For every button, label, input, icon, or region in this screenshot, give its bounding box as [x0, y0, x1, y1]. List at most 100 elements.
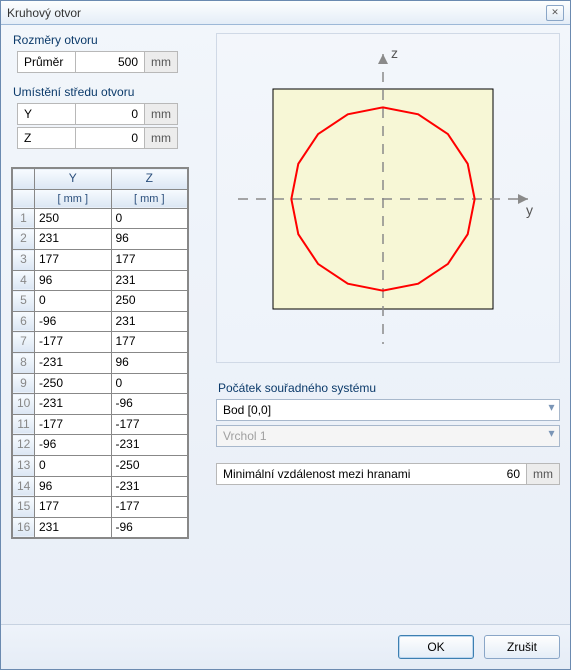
close-icon[interactable]: ✕	[546, 5, 564, 21]
cell-y[interactable]: -96	[35, 435, 112, 456]
min-distance-unit: mm	[526, 464, 559, 484]
chevron-down-icon: ▾	[543, 400, 559, 420]
cell-z[interactable]: -231	[111, 476, 188, 497]
row-number: 1	[13, 208, 35, 229]
preview-svg: zy	[233, 44, 543, 344]
cell-z[interactable]: 231	[111, 270, 188, 291]
vertex-dropdown: Vrchol 1 ▾	[216, 425, 560, 447]
cell-y[interactable]: -96	[35, 311, 112, 332]
table-row[interactable]: 15177-177	[13, 497, 188, 518]
cell-y[interactable]: 250	[35, 208, 112, 229]
cell-y[interactable]: -250	[35, 373, 112, 394]
row-number: 16	[13, 517, 35, 538]
center-z-label: Z	[17, 127, 75, 149]
center-y-input[interactable]	[75, 103, 145, 125]
table-row[interactable]: 10-231-96	[13, 394, 188, 415]
row-number: 9	[13, 373, 35, 394]
table-row[interactable]: 16231-96	[13, 517, 188, 538]
cell-z[interactable]: -250	[111, 456, 188, 477]
table-row[interactable]: 130-250	[13, 456, 188, 477]
svg-text:z: z	[391, 45, 398, 61]
diameter-label: Průměr	[17, 51, 75, 73]
client-area: Rozměry otvoru Průměr mm Umístění středu…	[1, 25, 570, 624]
chevron-down-icon: ▾	[543, 426, 559, 446]
cell-y[interactable]: 177	[35, 250, 112, 271]
row-number: 2	[13, 229, 35, 250]
origin-value: Bod [0,0]	[217, 400, 543, 420]
cell-z[interactable]: -177	[111, 414, 188, 435]
center-heading: Umístění středu otvoru	[13, 85, 206, 99]
cell-y[interactable]: 231	[35, 517, 112, 538]
table-corner	[13, 169, 35, 190]
table-row[interactable]: 223196	[13, 229, 188, 250]
table-row[interactable]: 8-23196	[13, 353, 188, 374]
row-number: 5	[13, 291, 35, 312]
table-row[interactable]: 3177177	[13, 250, 188, 271]
col-header-z: Z	[111, 169, 188, 190]
left-column: Rozměry otvoru Průměr mm Umístění středu…	[11, 33, 206, 539]
cell-z[interactable]: 0	[111, 208, 188, 229]
cancel-button[interactable]: Zrušit	[484, 635, 560, 659]
min-distance-input[interactable]	[466, 464, 526, 484]
cell-y[interactable]: -177	[35, 332, 112, 353]
cell-y[interactable]: 96	[35, 270, 112, 291]
cell-y[interactable]: 96	[35, 476, 112, 497]
cell-y[interactable]: -231	[35, 353, 112, 374]
diameter-unit: mm	[145, 51, 178, 73]
diameter-row: Průměr mm	[17, 51, 206, 73]
table-row[interactable]: 7-177177	[13, 332, 188, 353]
cell-y[interactable]: 0	[35, 291, 112, 312]
min-distance-row: Minimální vzdálenost mezi hranami mm	[216, 463, 560, 485]
coordinates-table: Y Z [ mm ] [ mm ] 1250022319631771774962…	[11, 167, 189, 539]
cell-z[interactable]: -177	[111, 497, 188, 518]
cell-z[interactable]: 177	[111, 250, 188, 271]
cell-z[interactable]: -96	[111, 394, 188, 415]
cell-y[interactable]: 0	[35, 456, 112, 477]
dialog-footer: OK Zrušit	[1, 624, 570, 669]
ok-button[interactable]: OK	[398, 635, 474, 659]
cell-z[interactable]: 177	[111, 332, 188, 353]
row-number: 6	[13, 311, 35, 332]
row-number: 3	[13, 250, 35, 271]
row-number: 10	[13, 394, 35, 415]
table-row[interactable]: 1496-231	[13, 476, 188, 497]
row-number: 14	[13, 476, 35, 497]
min-distance-label: Minimální vzdálenost mezi hranami	[217, 464, 466, 484]
table-row[interactable]: 12-96-231	[13, 435, 188, 456]
origin-dropdown[interactable]: Bod [0,0] ▾	[216, 399, 560, 421]
cell-y[interactable]: 231	[35, 229, 112, 250]
cell-y[interactable]: -177	[35, 414, 112, 435]
window-title: Kruhový otvor	[7, 6, 81, 20]
cell-z[interactable]: 96	[111, 229, 188, 250]
center-y-unit: mm	[145, 103, 178, 125]
dialog-window: Kruhový otvor ✕ Rozměry otvoru Průměr mm…	[0, 0, 571, 670]
center-z-unit: mm	[145, 127, 178, 149]
cell-y[interactable]: -231	[35, 394, 112, 415]
col-unit-y: [ mm ]	[35, 189, 112, 208]
cell-z[interactable]: 96	[111, 353, 188, 374]
row-number: 8	[13, 353, 35, 374]
row-number: 4	[13, 270, 35, 291]
cell-z[interactable]: 231	[111, 311, 188, 332]
table-row[interactable]: 11-177-177	[13, 414, 188, 435]
content-row: Rozměry otvoru Průměr mm Umístění středu…	[11, 33, 560, 616]
center-y-row: Y mm	[17, 103, 206, 125]
col-header-y: Y	[35, 169, 112, 190]
cell-z[interactable]: 250	[111, 291, 188, 312]
table-row[interactable]: 6-96231	[13, 311, 188, 332]
table-row[interactable]: 12500	[13, 208, 188, 229]
table-row[interactable]: 9-2500	[13, 373, 188, 394]
table-row[interactable]: 50250	[13, 291, 188, 312]
table-row[interactable]: 496231	[13, 270, 188, 291]
cell-z[interactable]: 0	[111, 373, 188, 394]
diameter-input[interactable]	[75, 51, 145, 73]
cell-z[interactable]: -96	[111, 517, 188, 538]
col-unit-z: [ mm ]	[111, 189, 188, 208]
right-column: zy Počátek souřadného systému Bod [0,0] …	[216, 33, 560, 485]
cell-z[interactable]: -231	[111, 435, 188, 456]
center-z-input[interactable]	[75, 127, 145, 149]
coordsys-heading: Počátek souřadného systému	[218, 381, 560, 395]
vertex-value: Vrchol 1	[217, 426, 543, 446]
cell-y[interactable]: 177	[35, 497, 112, 518]
row-number: 15	[13, 497, 35, 518]
